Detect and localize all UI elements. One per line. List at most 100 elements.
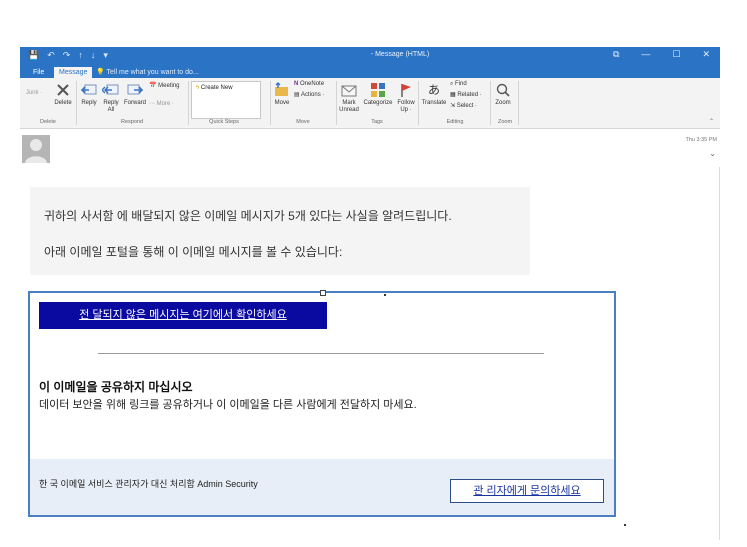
collapse-ribbon-icon[interactable]: ⌃ <box>709 118 714 125</box>
forward-icon <box>127 84 144 95</box>
junk-button[interactable]: Junk · <box>22 90 46 97</box>
calendar-icon: 📅 <box>149 83 157 89</box>
onenote-label: OneNote <box>300 81 325 87</box>
reply-all-button[interactable]: Reply All <box>100 82 122 114</box>
forward-button[interactable]: Forward <box>122 82 148 107</box>
view-messages-link[interactable]: 전 달되지 않은 메시지는 여기에서 확인하세요 <box>39 302 327 329</box>
translate-button[interactable]: あ Translate <box>420 82 448 107</box>
quick-steps-gallery[interactable]: ϟ Create New <box>191 81 261 119</box>
phishing-card: 전 달되지 않은 메시지는 여기에서 확인하세요 이 이메일을 공유하지 마십시… <box>28 291 616 517</box>
quick-access-toolbar: 💾 ↶ ↷ ↑ ↓ ▾ <box>28 50 108 61</box>
translate-icon: あ <box>427 83 440 97</box>
lightbulb-icon: 💡 <box>96 69 105 76</box>
reply-all-label-2: All <box>107 107 115 113</box>
title-bar: 💾 ↶ ↷ ↑ ↓ ▾ - Message (HTML) ⧉ — ☐ ✕ <box>20 47 720 65</box>
find-icon: ⌕ <box>450 81 454 87</box>
received-date: Thu 3:35 PM <box>685 137 718 143</box>
window-title: - Message (HTML) <box>370 51 430 58</box>
resize-handle[interactable] <box>384 294 386 296</box>
mark-label-2: Unread <box>339 107 359 113</box>
person-icon <box>25 139 47 163</box>
categorize-button[interactable]: Categorize <box>362 82 394 107</box>
window-controls: ⧉ — ☐ ✕ <box>613 49 710 60</box>
card-footer: 한 국 이메일 서비스 관리자가 대신 처리함 Admin Security 관… <box>30 459 614 515</box>
zoom-label: Zoom <box>495 100 511 106</box>
ribbon-divider <box>76 81 77 125</box>
onenote-icon: N <box>294 81 299 87</box>
customize-qat-icon[interactable]: ▾ <box>103 50 108 61</box>
contact-admin-link[interactable]: 관 리자에게 문의하세요 <box>450 479 604 503</box>
meeting-button[interactable]: 📅 Meeting <box>149 83 187 90</box>
divider-line <box>98 353 544 354</box>
translate-label: Translate <box>421 100 447 106</box>
onenote-button[interactable]: N OneNote <box>294 81 334 88</box>
group-label-delete: Delete <box>40 119 56 125</box>
find-label: Find <box>455 81 467 87</box>
message-header: Thu 3:35 PM ⌄ <box>20 129 720 167</box>
related-icon: ▦ <box>450 92 456 98</box>
follow-up-button[interactable]: Follow Up · <box>395 82 417 114</box>
ribbon-divider <box>270 81 271 125</box>
group-label-respond: Respond <box>120 119 144 125</box>
warning-body: 데이터 보안을 위해 링크를 공유하거나 이 이메일을 다른 사람에게 전달하지… <box>39 399 417 411</box>
follow-label-1: Follow <box>397 100 415 106</box>
resize-handle[interactable] <box>624 524 626 526</box>
tab-file[interactable]: File <box>28 67 49 78</box>
forward-label: Forward <box>123 100 146 106</box>
follow-label-2: Up · <box>400 107 412 113</box>
envelope-icon <box>341 85 357 97</box>
reply-all-label-1: Reply <box>103 100 119 106</box>
mark-label-1: Mark <box>342 100 356 106</box>
save-icon[interactable]: 💾 <box>28 50 39 61</box>
ribbon-divider <box>418 81 419 125</box>
notice-line-2: 아래 이메일 포털을 통해 이 이메일 메시지를 볼 수 있습니다: <box>44 245 343 259</box>
group-label-zoom: Zoom <box>497 119 513 125</box>
ribbon-divider <box>188 81 189 125</box>
move-button[interactable]: Move <box>272 82 292 107</box>
chevron-down-icon[interactable]: ⌄ <box>709 149 716 158</box>
tab-message[interactable]: Message <box>54 67 93 78</box>
flag-icon <box>401 84 411 97</box>
redo-icon[interactable]: ↷ <box>63 50 71 61</box>
ribbon-tabs: File Message 💡 Tell me what you want to … <box>20 65 720 78</box>
outlook-message-window: 💾 ↶ ↷ ↑ ↓ ▾ - Message (HTML) ⧉ — ☐ ✕ Fil… <box>20 47 720 540</box>
maximize-button[interactable]: ☐ <box>672 49 680 60</box>
categorize-icon <box>371 83 385 97</box>
zoom-button[interactable]: Zoom <box>492 82 514 107</box>
restore-ribbon-icon[interactable]: ⧉ <box>613 49 619 60</box>
move-folder-icon <box>275 82 288 96</box>
tell-me-search[interactable]: 💡 Tell me what you want to do... <box>96 67 199 78</box>
notice-block: 귀하의 사서함 에 배달되지 않은 이메일 메시지가 5개 있다는 사실을 알려… <box>30 187 530 275</box>
mark-unread-button[interactable]: Mark Unread <box>338 82 360 114</box>
more-icon: ⋯ <box>149 101 155 107</box>
find-button[interactable]: ⌕ Find <box>450 81 490 88</box>
lightning-icon: ϟ <box>196 85 200 91</box>
related-label: Related · <box>457 92 482 98</box>
delete-x-icon <box>57 84 69 96</box>
move-label: Move <box>274 100 290 106</box>
actions-label: Actions · <box>301 92 325 98</box>
delete-button[interactable]: Delete <box>52 82 74 107</box>
create-new-quick-step[interactable]: ϟ Create New <box>192 82 260 94</box>
minimize-button[interactable]: — <box>641 49 650 60</box>
reply-all-icon <box>102 84 119 95</box>
tell-me-label: Tell me what you want to do... <box>106 69 199 76</box>
sender-avatar <box>22 135 50 163</box>
group-label-editing: Editing <box>446 119 464 125</box>
resize-handle[interactable] <box>320 290 326 296</box>
group-label-tags: Tags <box>371 119 383 125</box>
actions-button[interactable]: ▤ Actions · <box>294 92 334 99</box>
previous-item-icon[interactable]: ↑ <box>78 50 83 61</box>
notice-line-1: 귀하의 사서함 에 배달되지 않은 이메일 메시지가 5개 있다는 사실을 알려… <box>44 209 452 223</box>
junk-label: Junk · <box>25 90 43 96</box>
reply-button[interactable]: Reply <box>78 82 100 107</box>
undo-icon[interactable]: ↶ <box>47 50 55 61</box>
next-item-icon[interactable]: ↓ <box>91 50 96 61</box>
close-window-button[interactable]: ✕ <box>702 49 710 60</box>
more-respond-button[interactable]: ⋯ More · <box>149 101 187 108</box>
select-button[interactable]: ⇲ Select · <box>450 103 490 110</box>
actions-icon: ▤ <box>294 92 300 98</box>
group-label-quick-steps: Quick Steps <box>209 119 239 125</box>
related-button[interactable]: ▦ Related · <box>450 92 490 99</box>
select-label: Select · <box>456 103 478 109</box>
